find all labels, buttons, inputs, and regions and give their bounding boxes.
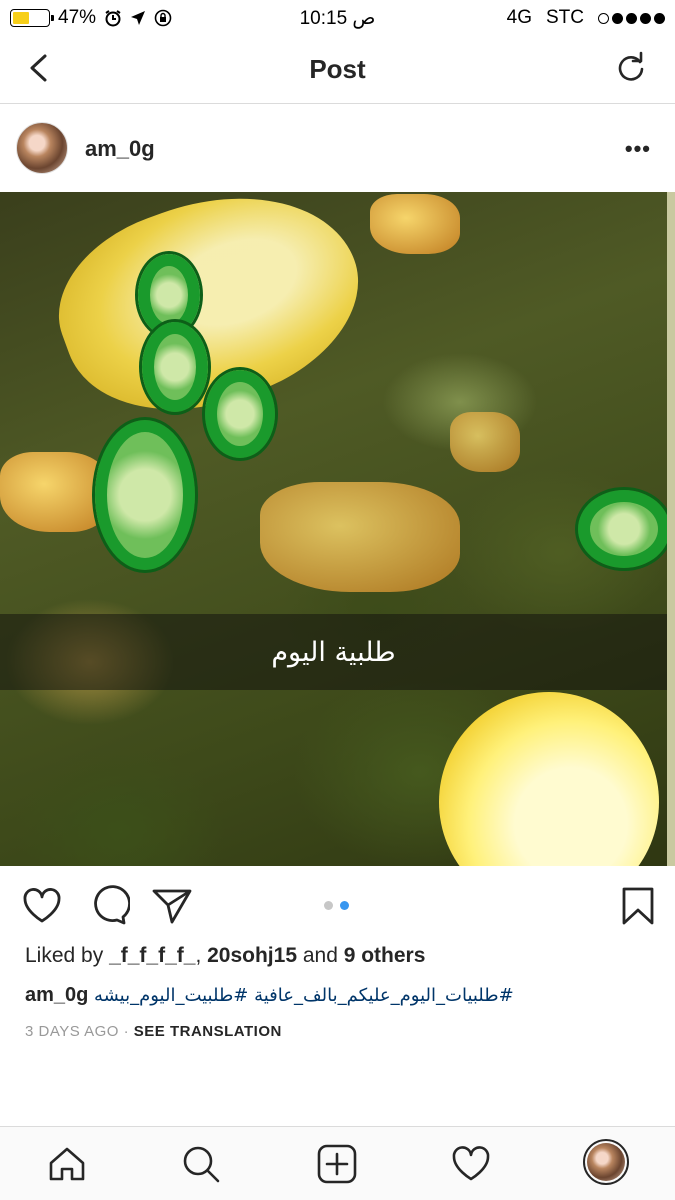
pager-dot-active [340, 901, 349, 910]
carrier-name: STC [546, 7, 584, 28]
bookmark-icon[interactable] [616, 884, 660, 928]
profile-avatar[interactable] [583, 1139, 629, 1185]
tab-bar [0, 1126, 675, 1200]
potato-piece [260, 482, 460, 592]
post-header: am_0g ••• [0, 105, 675, 192]
post-image[interactable]: طلبية اليوم [0, 192, 667, 866]
chili-slice [95, 420, 195, 570]
post-meta: 3 DAYS AGO · SEE TRANSLATION [25, 1023, 282, 1040]
potato-piece [450, 412, 520, 472]
more-options-icon[interactable]: ••• [625, 136, 651, 162]
add-post-icon[interactable] [316, 1143, 358, 1185]
image-pager [324, 901, 349, 910]
pager-dot [324, 901, 333, 910]
liked-by-and: and [297, 944, 344, 967]
liked-by-line: Liked by _f_f_f_f_, 20sohj15 and 9 other… [25, 944, 425, 968]
liked-by-separator: , [195, 944, 208, 967]
lemon-slice [439, 692, 659, 866]
share-send-icon[interactable] [150, 884, 194, 928]
image-caption-band: طلبية اليوم [0, 614, 667, 690]
meta-separator: · [118, 1023, 134, 1040]
home-icon[interactable] [46, 1143, 88, 1185]
status-right: 4G STC [507, 7, 665, 29]
next-image-edge [667, 192, 675, 866]
chili-slice [205, 370, 275, 458]
activity-heart-icon[interactable] [450, 1143, 492, 1185]
liked-by-user-link[interactable]: 20sohj15 [207, 944, 297, 967]
potato-piece [370, 194, 460, 254]
refresh-icon[interactable] [613, 50, 649, 86]
chili-slice [142, 322, 208, 412]
see-translation-link[interactable]: SEE TRANSLATION [134, 1023, 282, 1040]
caption-hashtags[interactable]: #طلبيات_اليوم_عليكم_بالف_عافية #طلبيت_ال… [94, 985, 514, 1006]
like-heart-icon[interactable] [20, 884, 64, 928]
search-icon[interactable] [180, 1143, 222, 1185]
post-username[interactable]: am_0g [85, 136, 155, 162]
image-caption-text: طلبية اليوم [271, 636, 396, 668]
liked-by-prefix: Liked by [25, 944, 110, 967]
page-title: Post [309, 54, 366, 84]
signal-strength-icon [598, 12, 665, 24]
post-caption: am_0g #طلبيات_اليوم_عليكم_بالف_عافية #طل… [25, 984, 665, 1007]
liked-by-others-link[interactable]: 9 others [344, 944, 426, 967]
avatar[interactable] [16, 122, 68, 174]
post-actions [0, 872, 675, 938]
liked-by-user-link[interactable]: _f_f_f_f_ [109, 944, 195, 967]
chili-slice [578, 490, 667, 568]
post-time-ago: 3 DAYS AGO [25, 1023, 119, 1040]
comment-icon[interactable] [86, 884, 130, 928]
network-type: 4G [506, 7, 532, 28]
potato-piece [0, 452, 110, 532]
caption-username[interactable]: am_0g [25, 984, 88, 1006]
status-bar: 47% 10:15 ص 4G STC [0, 0, 675, 36]
nav-bar: Post [0, 36, 675, 104]
